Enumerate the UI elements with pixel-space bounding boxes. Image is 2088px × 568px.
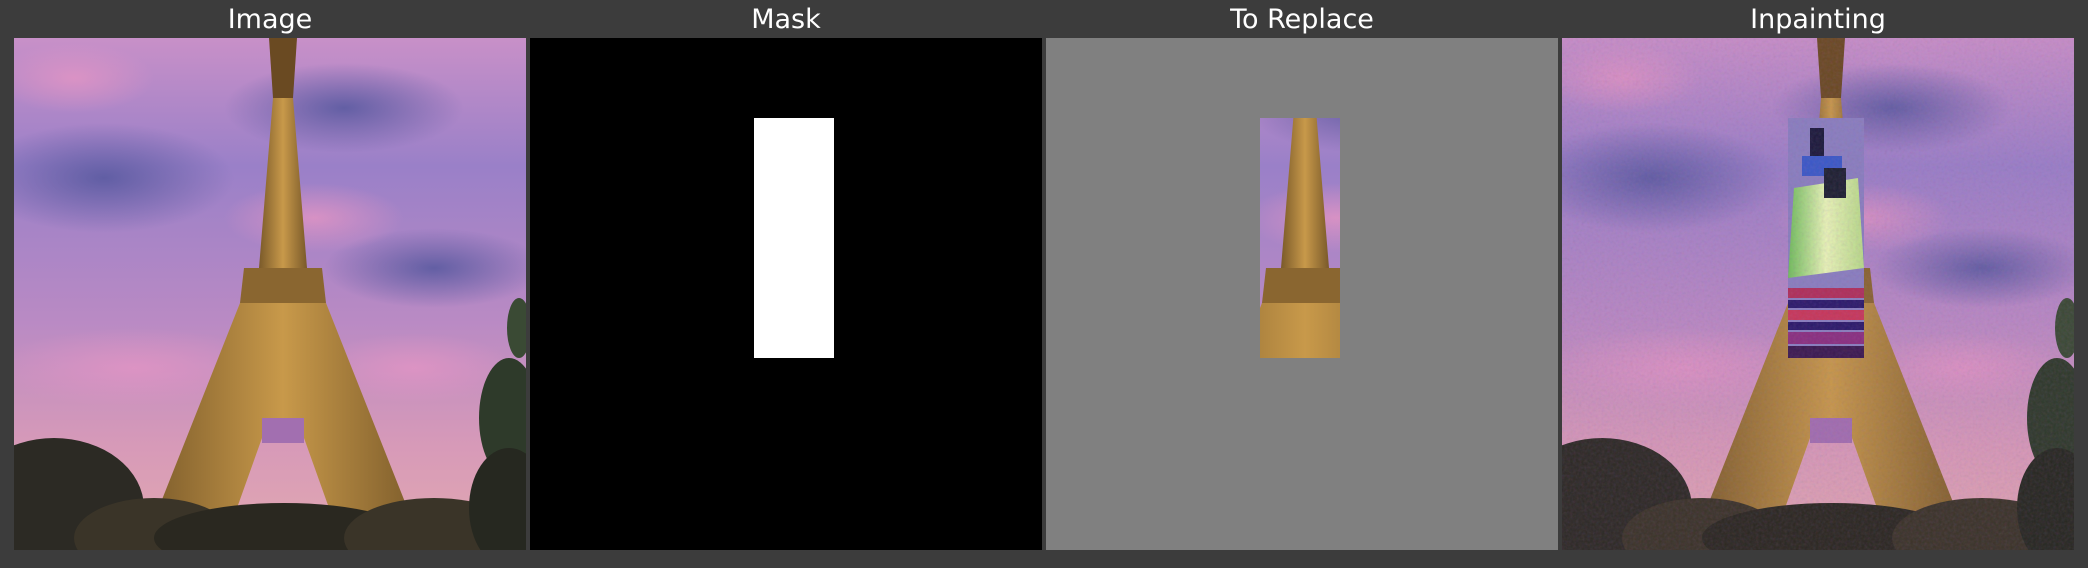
to-replace-image bbox=[1046, 38, 1558, 550]
mask-image bbox=[530, 38, 1042, 550]
statue-of-liberty-inpaint-icon bbox=[1562, 38, 2074, 550]
original-image bbox=[14, 38, 526, 550]
panel-inpainting: Inpainting bbox=[1562, 0, 2074, 568]
panel-title-mask: Mask bbox=[751, 4, 821, 35]
inpainting-result-image bbox=[1562, 38, 2074, 550]
eiffel-tower-photo-icon bbox=[14, 38, 526, 550]
comparison-strip: Image Mask To Replace Inpainting bbox=[0, 0, 2088, 568]
mask-region bbox=[754, 118, 834, 358]
panel-image: Image bbox=[14, 0, 526, 568]
noise-overlay bbox=[1562, 38, 2074, 550]
panel-mask: Mask bbox=[530, 0, 1042, 568]
panel-title-inpainting: Inpainting bbox=[1750, 4, 1886, 35]
tower-crop-icon bbox=[1046, 38, 1558, 550]
mask-rectangle-icon bbox=[530, 38, 1042, 550]
panel-to-replace: To Replace bbox=[1046, 0, 1558, 568]
panel-title-image: Image bbox=[227, 4, 313, 35]
panel-title-to-replace: To Replace bbox=[1230, 4, 1374, 35]
